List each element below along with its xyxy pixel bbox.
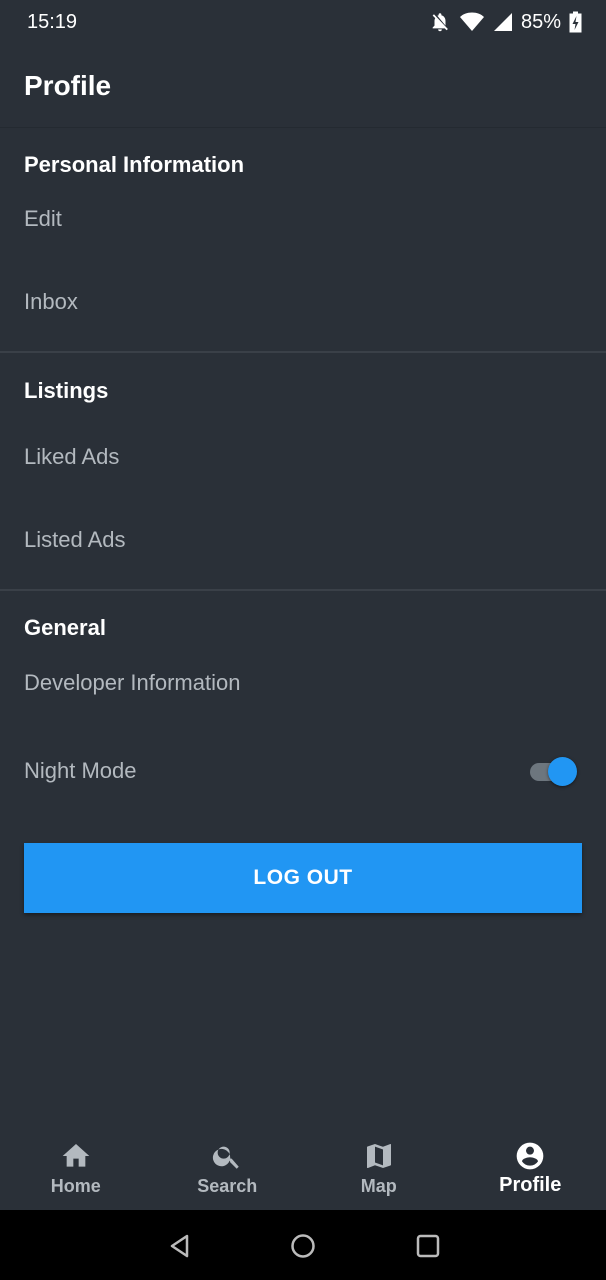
section-divider	[0, 589, 606, 591]
home-button-icon[interactable]	[289, 1232, 317, 1260]
menu-item-developer-information[interactable]: Developer Information	[24, 670, 240, 696]
account-circle-icon	[516, 1142, 544, 1170]
nav-label-home: Home	[50, 1176, 101, 1196]
back-icon[interactable]	[166, 1232, 194, 1260]
menu-item-liked-ads[interactable]: Liked Ads	[24, 444, 119, 470]
signal-icon	[493, 13, 512, 31]
nav-label-profile: Profile	[499, 1174, 562, 1196]
page-title: Profile	[24, 69, 112, 101]
status-time: 15:19	[27, 10, 78, 33]
battery-charging-icon	[569, 11, 582, 33]
status-icons: 85%	[429, 11, 582, 34]
toggle-thumb	[548, 757, 577, 786]
nav-item-home[interactable]: Home	[0, 1128, 152, 1210]
nav-item-profile[interactable]: Profile	[455, 1128, 606, 1210]
system-nav-bar	[0, 1210, 606, 1280]
section-header-general: General	[24, 615, 106, 640]
status-bar: 15:19 85%	[0, 0, 606, 44]
bottom-nav: Home Search Map Profile	[0, 1128, 606, 1210]
bell-off-icon	[432, 13, 448, 32]
wifi-icon	[459, 12, 484, 31]
section-header-listings: Listings	[24, 378, 109, 403]
menu-item-inbox[interactable]: Inbox	[24, 289, 78, 315]
section-divider	[0, 351, 606, 353]
menu-item-listed-ads[interactable]: Listed Ads	[24, 527, 126, 553]
recents-icon[interactable]	[414, 1232, 442, 1260]
menu-item-edit[interactable]: Edit	[24, 206, 62, 232]
app-bar: Profile	[0, 44, 606, 128]
map-icon	[366, 1144, 391, 1168]
nav-label-map: Map	[360, 1176, 397, 1196]
search-icon	[213, 1146, 239, 1169]
menu-item-night-mode[interactable]: Night Mode	[24, 758, 137, 784]
nav-item-map[interactable]: Map	[303, 1128, 455, 1210]
nav-item-search[interactable]: Search	[152, 1128, 304, 1210]
night-mode-toggle[interactable]	[530, 757, 578, 786]
nav-label-search: Search	[197, 1176, 258, 1196]
logout-button[interactable]: LOG OUT	[24, 843, 582, 913]
section-header-personal-information: Personal Information	[24, 152, 245, 177]
battery-percent: 85%	[520, 10, 561, 33]
home-icon	[62, 1144, 90, 1167]
